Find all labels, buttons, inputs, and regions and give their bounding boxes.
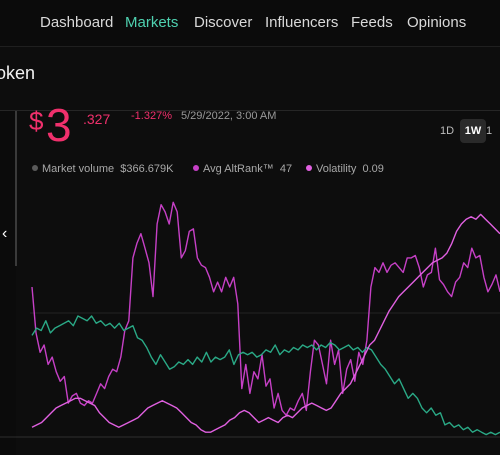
price-chart[interactable] (0, 0, 500, 455)
series-line-altrank (31, 201, 500, 416)
series-line-market-volume (31, 315, 500, 436)
